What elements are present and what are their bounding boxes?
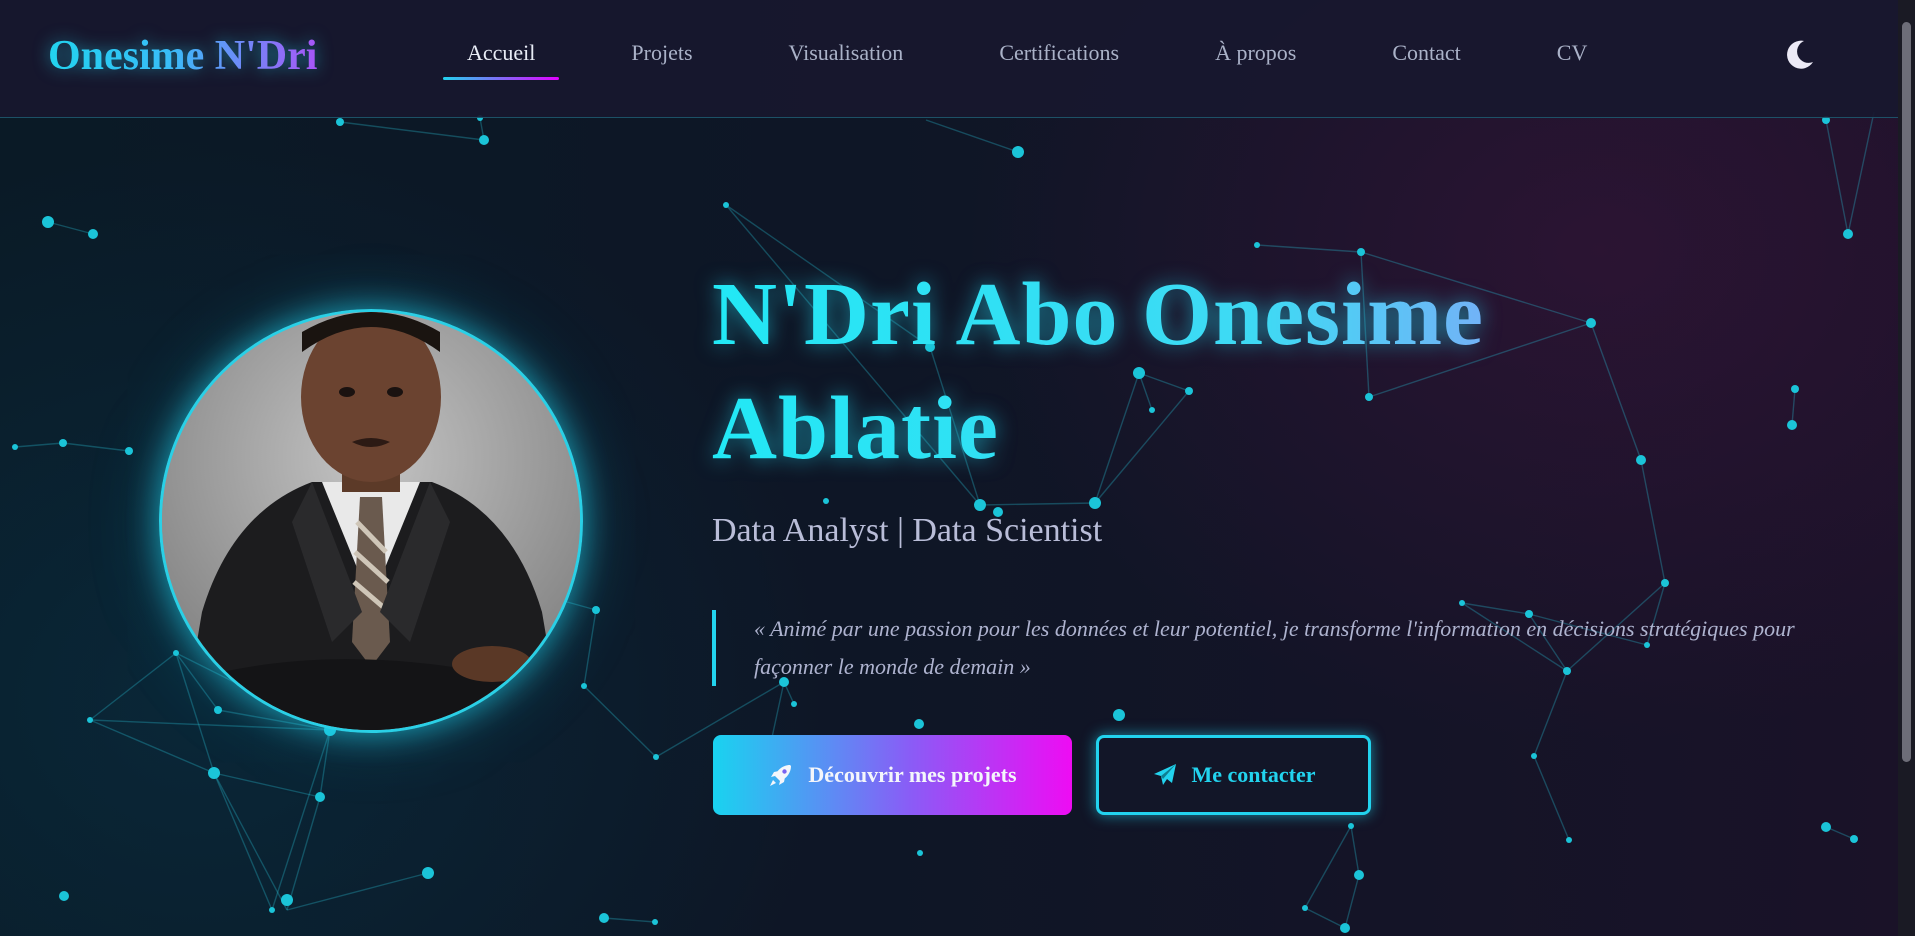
profile-photo bbox=[159, 309, 583, 733]
page: Onesime N'Dri Accueil Projets Visualisat… bbox=[0, 0, 1915, 936]
nav-item-cv[interactable]: CV bbox=[1533, 28, 1612, 80]
nav-links: Accueil Projets Visualisation Certificat… bbox=[443, 28, 1659, 80]
nav-item-contact[interactable]: Contact bbox=[1368, 28, 1484, 80]
brand-logo[interactable]: Onesime N'Dri bbox=[48, 32, 317, 80]
paper-plane-icon bbox=[1152, 762, 1178, 788]
nav-item-visualisation[interactable]: Visualisation bbox=[765, 28, 928, 80]
navbar: Onesime N'Dri Accueil Projets Visualisat… bbox=[0, 0, 1898, 118]
contact-me-button[interactable]: Me contacter bbox=[1096, 735, 1371, 815]
scrollbar-thumb[interactable] bbox=[1902, 22, 1911, 762]
nav-item-a-propos[interactable]: À propos bbox=[1191, 28, 1320, 80]
hero-name: N'Dri Abo Onesime Ablatie bbox=[712, 258, 1712, 486]
hero-role: Data Analyst | Data Scientist bbox=[712, 512, 1103, 549]
discover-projects-label: Découvrir mes projets bbox=[808, 762, 1017, 787]
moon-icon[interactable] bbox=[1782, 38, 1816, 72]
nav-item-certifications[interactable]: Certifications bbox=[975, 28, 1143, 80]
scrollbar[interactable] bbox=[1898, 0, 1915, 936]
hero-quote: « Animé par une passion pour les données… bbox=[712, 610, 1804, 686]
nav-item-accueil[interactable]: Accueil bbox=[443, 28, 560, 80]
contact-me-label: Me contacter bbox=[1191, 762, 1316, 787]
discover-projects-button[interactable]: Découvrir mes projets bbox=[713, 735, 1072, 815]
rocket-icon bbox=[768, 762, 794, 788]
nav-item-projets[interactable]: Projets bbox=[607, 28, 716, 80]
